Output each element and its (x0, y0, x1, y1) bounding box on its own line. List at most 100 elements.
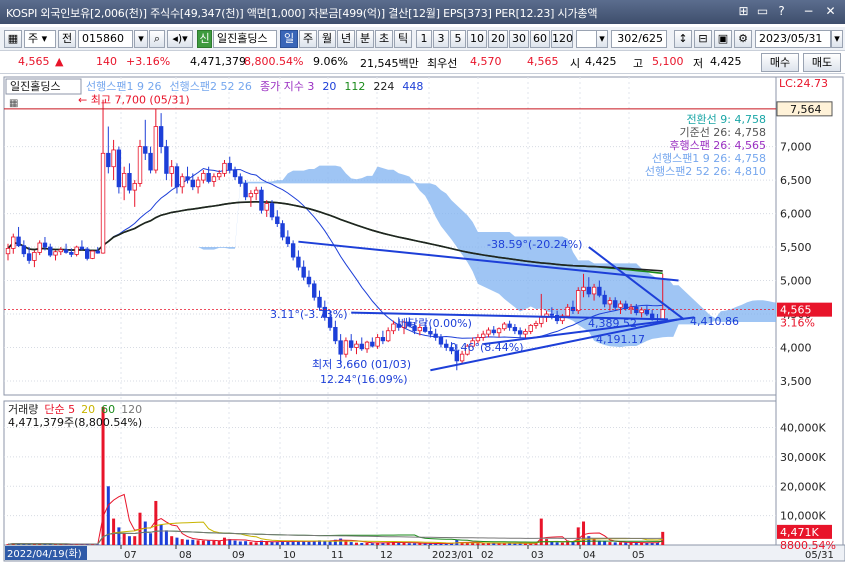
interval-20-button[interactable]: 20 (488, 30, 508, 48)
low-label: 저 (693, 57, 704, 70)
volume-bar (275, 542, 279, 545)
volume-bar (576, 527, 580, 545)
volume-ratio: 8,800.54% (244, 55, 304, 68)
candle-body (306, 276, 312, 285)
buy-button[interactable]: 매수 (761, 53, 799, 72)
volume-bar (186, 539, 190, 545)
close-icon[interactable]: ✕ (822, 3, 839, 20)
market-all-button[interactable]: 전 (58, 30, 76, 48)
candle-body (549, 313, 555, 316)
period-second-button[interactable]: 초 (375, 30, 393, 48)
candle-body (211, 176, 217, 182)
code-dropdown-icon[interactable]: ▾ (134, 30, 148, 48)
candle-body (222, 162, 227, 174)
candle-body (16, 236, 21, 247)
price-tick-label: 7,000 (780, 141, 812, 154)
price-legend-entry: 선행스팬1 9 26 (86, 80, 161, 93)
stock-name-display: 일진홀딩스 (213, 30, 277, 48)
save-icon[interactable]: ▣ (714, 30, 732, 48)
stock-code-input[interactable]: 015860 (78, 30, 133, 48)
period-day-button[interactable]: 일 (280, 30, 298, 48)
max-price-label: ← 최고 7,700 (05/31) (78, 94, 190, 107)
volume-bar (354, 542, 358, 545)
price-legend-entry: 448 (402, 80, 423, 93)
volume-bar (407, 543, 411, 545)
candle-body (90, 250, 95, 259)
grid-icon[interactable]: ⊞ (735, 3, 752, 20)
candle-body (58, 249, 63, 253)
candle-body (264, 203, 269, 211)
restore-icon[interactable]: ▭ (754, 3, 771, 20)
stock-chart[interactable]: 3,5004,0004,5005,0005,5006,0006,5007,000… (0, 75, 845, 565)
chart-svg[interactable]: 3,5004,0004,5005,0005,5006,0006,5007,000… (0, 75, 845, 565)
candle-body (248, 193, 254, 198)
high-price: 5,100 (652, 55, 684, 68)
custom-dropdown-icon[interactable]: ▾ (596, 30, 608, 48)
volume-bar (418, 543, 422, 545)
volume-bar (149, 533, 153, 545)
interval-60-button[interactable]: 60 (530, 30, 550, 48)
volume-bar (476, 543, 480, 545)
interval-5-button[interactable]: 5 (450, 30, 466, 48)
candle-body (111, 149, 116, 168)
sound-icon[interactable]: ◂)▾ (167, 30, 193, 48)
open-label: 시 (570, 57, 581, 70)
candle-body (100, 152, 106, 254)
settings-gear-icon[interactable]: ⚙ (734, 30, 752, 48)
candle-body (85, 248, 90, 259)
data-count-display: 302/625 (611, 30, 667, 48)
volume-bar (513, 543, 517, 545)
market-select[interactable]: 주 ▾ (24, 30, 56, 48)
candle-body (95, 250, 100, 254)
period-month-button[interactable]: 월 (318, 30, 336, 48)
volume-tick-label: 10,000K (780, 510, 826, 523)
volume-bar (339, 538, 343, 545)
candle-body (338, 340, 343, 355)
volume-bar (122, 533, 126, 545)
volume-bar (170, 536, 174, 545)
period-year-button[interactable]: 년 (337, 30, 355, 48)
sell-button[interactable]: 매도 (803, 53, 841, 72)
candle-body (158, 126, 164, 148)
date-input[interactable]: 2023/05/31 (755, 30, 831, 48)
interval-1-button[interactable]: 1 (416, 30, 432, 48)
credit-badge: 신 (197, 30, 212, 48)
candle-body (243, 183, 248, 198)
title-bar: KOSPI 외국인보유[2,006(천)] 주식수[49,347(천)] 액면[… (0, 0, 845, 24)
grid-menu-icon[interactable]: ▦ (4, 30, 22, 48)
candle-body (180, 176, 185, 188)
candle-body (121, 172, 127, 188)
period-week-button[interactable]: 주 (299, 30, 317, 48)
price-legend-entry: 선행스팬2 52 26 (169, 80, 251, 93)
date-calendar-icon[interactable]: ▾ (831, 30, 843, 48)
x-tick-label: 09 (232, 550, 245, 561)
volume-bar (560, 542, 564, 545)
cursor-tool-icon[interactable]: ↕ (674, 30, 692, 48)
x-tick-label: 05 (632, 550, 645, 561)
volume-legend-entry: 120 (121, 403, 142, 416)
x-tick-label: 07 (124, 550, 137, 561)
candle-body (285, 236, 291, 245)
chart-type-icon[interactable]: ⊟ (694, 30, 712, 48)
candle-body (201, 172, 206, 181)
open-price: 4,425 (585, 55, 617, 68)
period-minute-button[interactable]: 분 (356, 30, 374, 48)
interval-10-button[interactable]: 10 (467, 30, 487, 48)
candle-body (37, 242, 42, 253)
volume-bar (592, 539, 596, 545)
candle-body (127, 172, 132, 191)
price-tick-label: 4,000 (780, 341, 812, 354)
candle-body (586, 286, 591, 295)
volume-legend-entry: 거래량 (8, 403, 38, 416)
candle-body (238, 176, 243, 184)
interval-120-button[interactable]: 120 (551, 30, 573, 48)
ask-price: 4,570 (470, 55, 502, 68)
volume-bar (233, 540, 237, 545)
search-icon[interactable]: ⌕ (149, 30, 165, 48)
interval-3-button[interactable]: 3 (433, 30, 449, 48)
candle-body (143, 146, 148, 154)
period-tick-button[interactable]: 틱 (394, 30, 412, 48)
interval-30-button[interactable]: 30 (509, 30, 529, 48)
minimize-icon[interactable]: − (800, 3, 817, 20)
help-icon[interactable]: ? (773, 3, 790, 20)
